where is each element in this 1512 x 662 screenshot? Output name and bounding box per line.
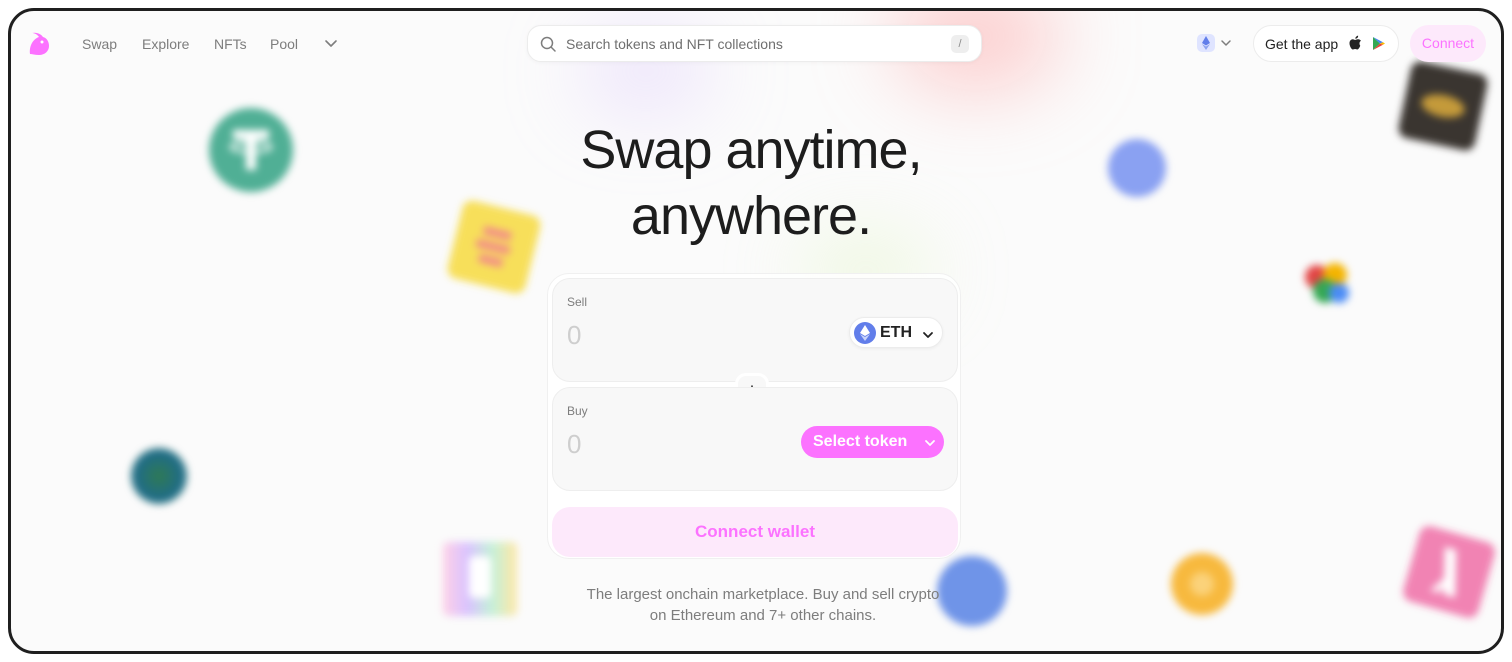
orange-token-icon: [1171, 553, 1233, 615]
app-window: Swap Explore NFTs Pool / Get the app: [8, 8, 1504, 654]
hero-title-line-2: anywhere.: [630, 186, 872, 246]
buy-amount-input[interactable]: [567, 428, 767, 460]
tagline-line-2: on Ethereum and 7+ other chains.: [649, 607, 877, 624]
sell-token-selector[interactable]: ETH: [849, 317, 943, 348]
sell-panel: Sell ETH: [552, 278, 958, 382]
sell-label: Sell: [567, 295, 588, 309]
search-icon: [540, 36, 556, 52]
connect-button[interactable]: Connect: [1410, 25, 1486, 62]
buy-panel: Buy Select token: [552, 387, 958, 491]
network-selector-button[interactable]: [1195, 32, 1239, 56]
nav-more-chevron-down-icon[interactable]: [323, 35, 339, 51]
nav-nfts-link[interactable]: NFTs: [214, 35, 247, 53]
nav-pool-link[interactable]: Pool: [270, 35, 298, 53]
search-shortcut-key: /: [951, 35, 969, 53]
sell-token-chevron-down-icon: [922, 328, 934, 340]
blue-token-icon: [1108, 139, 1166, 197]
select-token-label: Select token: [813, 433, 908, 450]
search-bar[interactable]: /: [527, 25, 982, 62]
network-chevron-down-icon: [1219, 36, 1233, 55]
search-input[interactable]: [566, 26, 936, 61]
tether-token-icon: [209, 108, 293, 192]
swap-widget: Sell ETH Buy Select token: [547, 273, 961, 559]
sell-amount-input[interactable]: [567, 319, 767, 351]
nav-swap-link[interactable]: Swap: [82, 35, 117, 53]
select-token-chevron-down-icon: [924, 436, 936, 448]
buy-label: Buy: [567, 404, 588, 418]
tagline: The largest onchain marketplace. Buy and…: [551, 584, 975, 626]
apple-icon: [1348, 35, 1362, 51]
top-navigation-bar: Swap Explore NFTs Pool / Get the app: [11, 11, 1501, 75]
sell-token-symbol: ETH: [880, 324, 912, 341]
tagline-line-1: The largest onchain marketplace. Buy and…: [586, 586, 940, 603]
ethereum-icon: [1197, 34, 1215, 52]
connect-wallet-button[interactable]: Connect wallet: [552, 507, 958, 557]
eth-token-icon: [854, 322, 876, 344]
nav-explore-link[interactable]: Explore: [142, 35, 189, 53]
hero-title: Swap anytime, anywhere.: [451, 117, 1051, 249]
green-token-icon: [131, 448, 187, 504]
pink-nft-icon: [1400, 523, 1498, 621]
pastel-nft-icon: [443, 542, 517, 616]
get-the-app-button[interactable]: Get the app: [1253, 25, 1399, 62]
google-play-icon: [1372, 36, 1386, 51]
get-the-app-label: Get the app: [1265, 36, 1339, 52]
rainbow-token-icon: [1301, 261, 1355, 309]
select-token-button[interactable]: Select token: [801, 426, 944, 458]
uniswap-logo-icon[interactable]: [25, 30, 53, 58]
hero-title-line-1: Swap anytime,: [580, 120, 922, 180]
